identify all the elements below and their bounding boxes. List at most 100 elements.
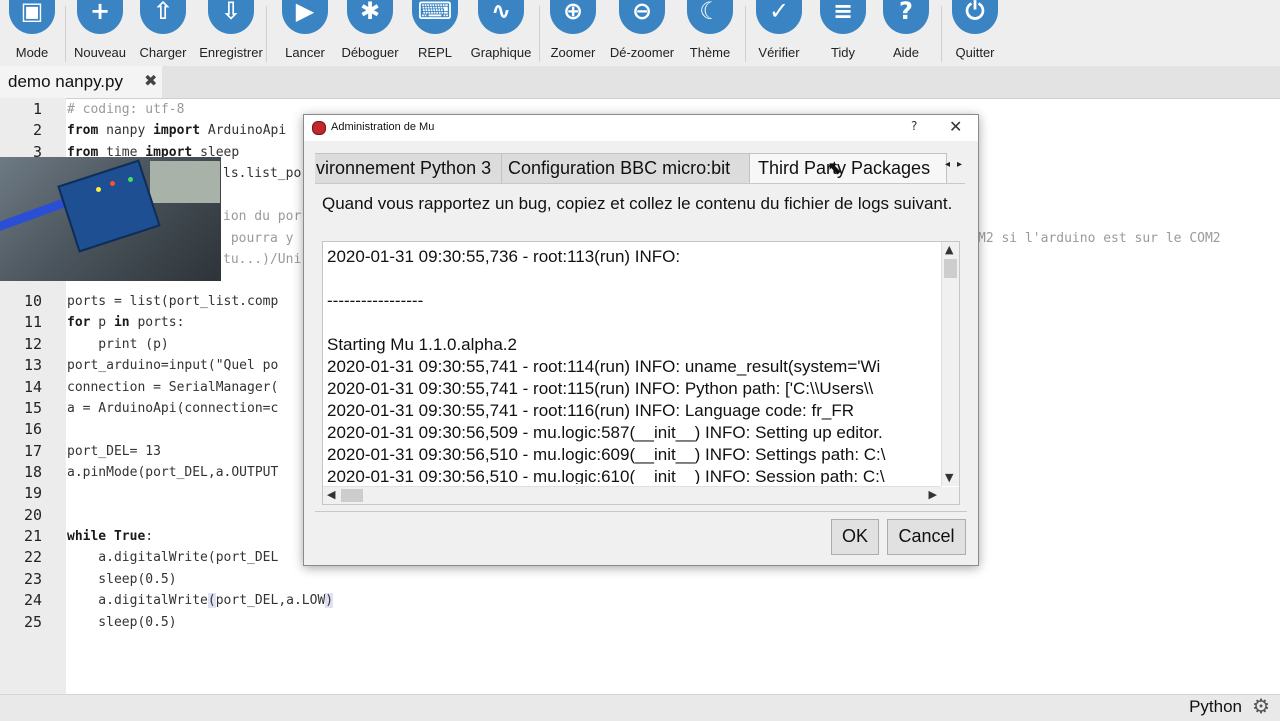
code-token: nanpy — [98, 123, 154, 138]
scroll-thumb[interactable] — [944, 259, 957, 278]
zoom-in-icon: ⊕ — [550, 0, 596, 34]
tab-scroll-right-icon[interactable]: ▸ — [957, 159, 962, 170]
log-line: 2020-01-31 09:30:56,510 - mu.logic:609(_… — [327, 445, 886, 464]
scroll-up-icon[interactable]: ▲ — [945, 243, 953, 256]
code-line[interactable]: port_arduino=input("Quel po — [67, 358, 278, 373]
led — [96, 187, 101, 192]
help-icon[interactable]: ? — [911, 119, 917, 133]
theme-label: Thème — [689, 45, 731, 60]
admin-dialog: Administration de Mu ? ✕ vironnement Pyt… — [303, 114, 979, 566]
log-textarea[interactable]: 2020-01-31 09:30:55,736 - root:113(run) … — [322, 241, 960, 505]
dialog-tabs: vironnement Python 3 Configuration BBC m… — [315, 153, 965, 184]
save-label: Enregistrer — [199, 45, 263, 60]
tab-third-party[interactable]: Third Party Packages — [749, 153, 947, 183]
code-line[interactable]: a = ArduinoApi(connection=c — [67, 401, 278, 416]
scroll-right-icon[interactable]: ▶ — [929, 488, 937, 501]
line-number: 20 — [23, 506, 42, 524]
mouse-cursor-icon: ⬉ — [827, 158, 843, 179]
line-number: 23 — [23, 570, 42, 588]
cancel-button[interactable]: Cancel — [887, 519, 966, 555]
dialog-separator — [315, 511, 967, 512]
bug-icon: ✱ — [347, 0, 393, 34]
code-line[interactable]: ion du por — [223, 209, 301, 224]
file-tab-label: demo nanpy.py — [8, 72, 123, 91]
vertical-scrollbar[interactable]: ▲ ▼ — [941, 242, 959, 486]
upload-icon: ⇧ — [140, 0, 186, 34]
gear-icon[interactable]: ⚙ — [1252, 694, 1270, 718]
mode-indicator[interactable]: Python — [1189, 697, 1242, 717]
ok-button[interactable]: OK — [831, 519, 879, 555]
code-line[interactable]: sleep(0.5) — [67, 572, 176, 587]
log-line: 2020-01-31 09:30:55,741 - root:115(run) … — [327, 379, 874, 398]
code-line[interactable]: a.digitalWrite(port_DEL — [67, 550, 278, 565]
code-token: port_DEL,a.LOW — [215, 593, 326, 608]
code-line[interactable]: tu...)/Uni — [223, 252, 301, 267]
line-number: 2 — [32, 121, 42, 139]
mode-icon: ▣ — [9, 0, 55, 34]
tab-microbit[interactable]: Configuration BBC micro:bit — [501, 153, 755, 183]
log-content: 2020-01-31 09:30:55,736 - root:113(run) … — [327, 246, 939, 484]
code-token: ports: — [129, 315, 185, 330]
code-line[interactable]: pourra y — [223, 231, 301, 246]
code-line[interactable]: ls.list_po — [223, 166, 301, 181]
editor-tab-bar: demo nanpy.py ✖ — [0, 66, 1280, 99]
log-line: 2020-01-31 09:30:56,509 - mu.logic:587(_… — [327, 423, 883, 442]
log-line: ----------------- — [327, 291, 424, 310]
dialog-title: Administration de Mu — [331, 121, 435, 133]
close-icon[interactable]: ✕ — [949, 117, 962, 136]
keyboard-icon: ⌨ — [412, 0, 458, 34]
quit-button[interactable]: ⏻ Quitter — [935, 0, 1015, 66]
code-line[interactable]: for p in ports: — [67, 315, 184, 330]
code-line[interactable]: print (p) — [67, 337, 168, 352]
log-line: 2020-01-31 09:30:55,741 - root:116(run) … — [327, 401, 855, 420]
keyword: for — [67, 315, 91, 330]
tab-python-env[interactable]: vironnement Python 3 — [315, 153, 503, 183]
log-instructions: Quand vous rapportez un bug, copiez et c… — [322, 194, 953, 213]
keyword: in — [113, 315, 130, 330]
log-line: 2020-01-31 09:30:55,736 - root:113(run) … — [327, 247, 681, 266]
line-number: 1 — [32, 100, 42, 118]
led — [128, 177, 133, 182]
keyword: True — [113, 529, 146, 544]
led — [110, 181, 115, 186]
power-icon: ⏻ — [952, 0, 998, 34]
save-button[interactable]: ⇩ Enregistrer — [191, 0, 271, 66]
code-line[interactable]: port_DEL= 13 — [67, 444, 161, 459]
code-line[interactable]: a.pinMode(port_DEL,a.OUTPUT — [67, 465, 278, 480]
help-button[interactable]: ? Aide — [866, 0, 946, 66]
horizontal-scrollbar[interactable]: ◀ ▶ — [323, 486, 941, 504]
scroll-left-icon[interactable]: ◀ — [327, 488, 335, 501]
scroll-thumb[interactable] — [341, 489, 363, 502]
keyword: from — [67, 123, 99, 138]
code-line[interactable]: sleep(0.5) — [67, 615, 176, 630]
scroll-down-icon[interactable]: ▼ — [945, 471, 953, 484]
line-number: 10 — [23, 292, 42, 310]
log-line: Starting Mu 1.1.0.alpha.2 — [327, 335, 517, 354]
code-line[interactable]: # coding: utf-8 — [67, 102, 184, 117]
moon-icon: ☾ — [687, 0, 733, 34]
line-number: 13 — [23, 356, 42, 374]
code-line[interactable]: from nanpy import ArduinoApi — [67, 123, 286, 138]
code-line[interactable]: ports = list(port_list.comp — [67, 294, 278, 309]
code-line[interactable]: while True: — [67, 529, 153, 544]
code-line[interactable]: a.digitalWrite(port_DEL,a.LOW) — [67, 593, 334, 608]
lines-icon: ≡ — [820, 0, 866, 34]
line-number: 14 — [23, 378, 42, 396]
status-bar: Python ⚙ — [0, 694, 1280, 721]
line-number: 11 — [23, 313, 42, 331]
theme-button[interactable]: ☾ Thème — [670, 0, 750, 66]
zoom-in-button[interactable]: ⊕ Zoomer — [533, 0, 613, 66]
paren-match: ) — [325, 593, 334, 608]
keyword: import — [153, 123, 201, 138]
close-tab-icon[interactable]: ✖ — [144, 71, 157, 90]
code-token: p — [90, 315, 114, 330]
help-label: Aide — [892, 45, 920, 60]
tab-scroll-left-icon[interactable]: ◂ — [945, 159, 950, 170]
file-tab[interactable]: demo nanpy.py ✖ — [0, 66, 162, 98]
help-icon: ? — [883, 0, 929, 34]
thumbs-up-icon: ✓ — [756, 0, 802, 34]
code-line[interactable]: connection = SerialManager( — [67, 380, 278, 395]
line-number: 21 — [23, 527, 42, 545]
plotter-button[interactable]: ∿ Graphique — [461, 0, 541, 66]
